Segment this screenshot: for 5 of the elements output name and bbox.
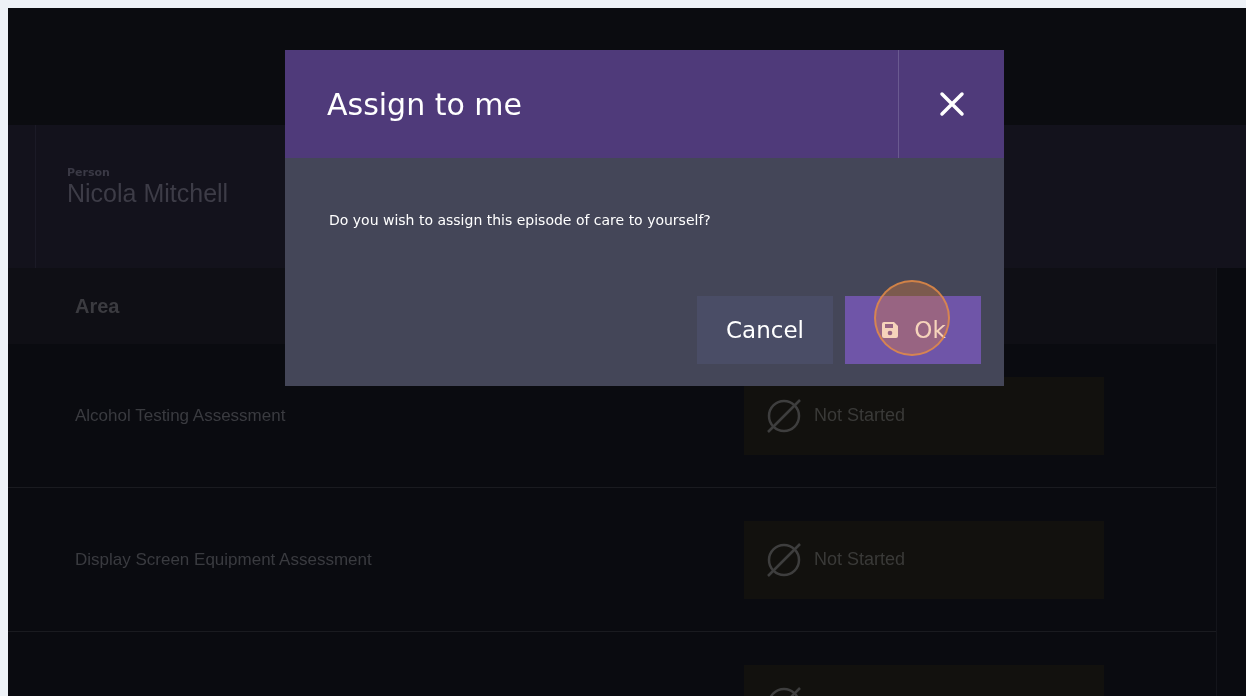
dialog-message: Do you wish to assign this episode of care to yourself? <box>329 212 712 228</box>
dialog-title: Assign to me <box>326 86 523 122</box>
close-icon <box>937 90 966 118</box>
cancel-button[interactable]: Cancel <box>697 296 833 364</box>
save-icon <box>880 320 901 340</box>
